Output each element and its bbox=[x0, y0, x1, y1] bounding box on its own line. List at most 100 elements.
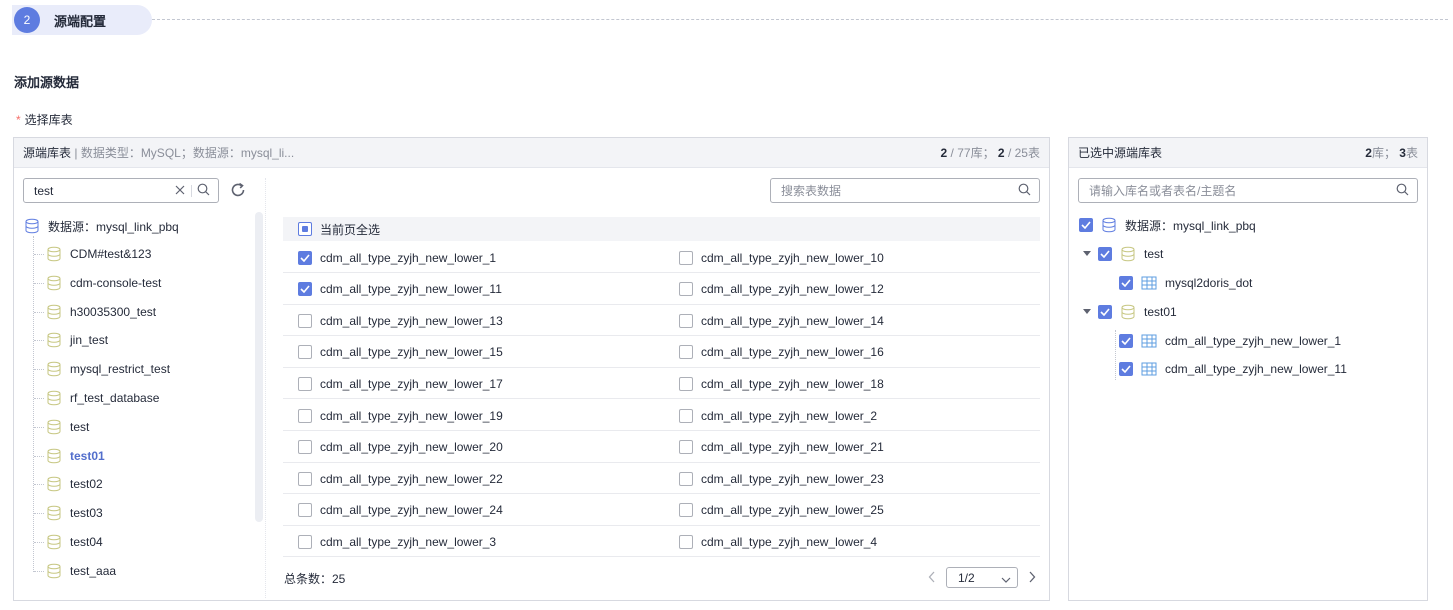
database-icon bbox=[46, 246, 62, 262]
database-tree-item[interactable]: test03 bbox=[46, 502, 103, 524]
selected-checkbox[interactable] bbox=[1119, 362, 1133, 376]
tree-root-datasource[interactable]: 数据源：mysql_link_pbq bbox=[24, 215, 179, 237]
table-option[interactable]: cdm_all_type_zyjh_new_lower_16 bbox=[679, 337, 884, 368]
selected-tree-table[interactable]: mysql2doris_dot bbox=[1119, 272, 1252, 294]
clear-icon[interactable] bbox=[174, 184, 186, 199]
table-checkbox[interactable] bbox=[679, 503, 693, 518]
table-icon bbox=[1141, 275, 1157, 291]
database-tree-item[interactable]: h30035300_test bbox=[46, 301, 156, 323]
table-option[interactable]: cdm_all_type_zyjh_new_lower_4 bbox=[679, 526, 877, 557]
table-option[interactable]: cdm_all_type_zyjh_new_lower_21 bbox=[679, 432, 884, 463]
selected-checkbox[interactable] bbox=[1098, 247, 1112, 261]
database-name: mysql_restrict_test bbox=[70, 362, 171, 377]
table-option[interactable]: cdm_all_type_zyjh_new_lower_20 bbox=[298, 432, 503, 463]
database-name: test bbox=[70, 419, 90, 434]
database-tree-item[interactable]: jin_test bbox=[46, 329, 108, 351]
table-option[interactable]: cdm_all_type_zyjh_new_lower_17 bbox=[298, 368, 503, 399]
table-option[interactable]: cdm_all_type_zyjh_new_lower_2 bbox=[679, 400, 877, 431]
table-option[interactable]: cdm_all_type_zyjh_new_lower_3 bbox=[298, 526, 496, 557]
table-option[interactable]: cdm_all_type_zyjh_new_lower_11 bbox=[298, 274, 502, 305]
selected-tree-database[interactable]: test01 bbox=[1082, 301, 1177, 323]
table-option[interactable]: cdm_all_type_zyjh_new_lower_13 bbox=[298, 305, 503, 336]
table-checkbox[interactable] bbox=[679, 534, 693, 549]
table-checkbox[interactable] bbox=[298, 313, 312, 328]
database-tree-item[interactable]: cdm-console-test bbox=[46, 272, 161, 294]
table-checkbox[interactable] bbox=[679, 440, 693, 455]
table-checkbox[interactable] bbox=[298, 503, 312, 518]
tree-branch-line bbox=[34, 369, 44, 371]
table-checkbox[interactable] bbox=[298, 282, 312, 297]
table-checkbox[interactable] bbox=[298, 250, 312, 265]
table-name: cdm_all_type_zyjh_new_lower_20 bbox=[320, 440, 503, 455]
table-checkbox[interactable] bbox=[679, 313, 693, 328]
table-search-input[interactable]: 搜索表数据 bbox=[770, 178, 1040, 203]
select-all-row[interactable]: 当前页全选 bbox=[283, 217, 1040, 241]
database-tree-item[interactable]: test02 bbox=[46, 473, 103, 495]
table-checkbox[interactable] bbox=[679, 376, 693, 391]
search-icon[interactable] bbox=[197, 183, 210, 199]
table-checkbox[interactable] bbox=[298, 534, 312, 549]
selected-tree-table[interactable]: cdm_all_type_zyjh_new_lower_11 bbox=[1119, 358, 1347, 380]
table-option[interactable]: cdm_all_type_zyjh_new_lower_18 bbox=[679, 368, 884, 399]
db-total-count: 77 bbox=[957, 146, 971, 160]
table-checkbox[interactable] bbox=[298, 471, 312, 486]
database-icon bbox=[46, 390, 62, 406]
table-option[interactable]: cdm_all_type_zyjh_new_lower_19 bbox=[298, 400, 503, 431]
refresh-icon[interactable] bbox=[229, 181, 247, 202]
table-option[interactable]: cdm_all_type_zyjh_new_lower_12 bbox=[679, 274, 884, 305]
table-option[interactable]: cdm_all_type_zyjh_new_lower_10 bbox=[679, 242, 884, 273]
table-checkbox[interactable] bbox=[679, 345, 693, 360]
prev-page-icon[interactable] bbox=[925, 569, 939, 585]
database-search-input[interactable]: test bbox=[23, 178, 219, 203]
database-tree-item[interactable]: test01 bbox=[46, 445, 105, 467]
table-checkbox[interactable] bbox=[298, 440, 312, 455]
next-page-icon[interactable] bbox=[1025, 569, 1039, 585]
selected-checkbox[interactable] bbox=[1119, 276, 1133, 290]
selected-checkbox[interactable] bbox=[1098, 304, 1112, 319]
selected-checkbox[interactable] bbox=[1079, 218, 1093, 232]
table-option[interactable]: cdm_all_type_zyjh_new_lower_24 bbox=[298, 495, 503, 526]
selected-tree-database[interactable]: test bbox=[1082, 243, 1163, 265]
selected-root-label: 数据源：mysql_link_pbq bbox=[1125, 218, 1256, 233]
table-option[interactable]: cdm_all_type_zyjh_new_lower_22 bbox=[298, 463, 503, 494]
database-tree-item[interactable]: mysql_restrict_test bbox=[46, 358, 170, 380]
required-star: * bbox=[16, 113, 21, 127]
table-checkbox[interactable] bbox=[298, 376, 312, 391]
table-checkbox[interactable] bbox=[298, 408, 312, 423]
database-tree-item[interactable]: test04 bbox=[46, 531, 103, 553]
database-icon bbox=[46, 563, 62, 579]
selected-checkbox[interactable] bbox=[1119, 333, 1133, 348]
search-icon[interactable] bbox=[1396, 183, 1409, 199]
database-tree-item[interactable]: rf_test_database bbox=[46, 387, 159, 409]
selected-panel-header: 已选中源端库表 2库； 3表 bbox=[1069, 138, 1427, 168]
table-option[interactable]: cdm_all_type_zyjh_new_lower_15 bbox=[298, 337, 503, 368]
table-checkbox[interactable] bbox=[679, 282, 693, 297]
database-tree-item[interactable]: test bbox=[46, 416, 89, 438]
database-tree-item[interactable]: CDM#test&123 bbox=[46, 243, 151, 265]
database-tree-item[interactable]: test_aaa bbox=[46, 560, 116, 582]
caret-down-icon[interactable] bbox=[1082, 249, 1092, 259]
selected-panel-counts: 2库； 3表 bbox=[1365, 144, 1418, 161]
selected-search-input[interactable]: 请输入库名或者表名/主题名 bbox=[1078, 178, 1418, 203]
table-row: cdm_all_type_zyjh_new_lower_11 cdm_all_ty… bbox=[283, 274, 1040, 305]
table-option[interactable]: cdm_all_type_zyjh_new_lower_1 bbox=[298, 242, 496, 273]
step-divider bbox=[152, 19, 1448, 20]
table-option[interactable]: cdm_all_type_zyjh_new_lower_23 bbox=[679, 463, 884, 494]
datasource-icon bbox=[24, 218, 40, 234]
search-icon[interactable] bbox=[1018, 183, 1031, 199]
database-name: h30035300_test bbox=[70, 304, 157, 319]
database-icon bbox=[46, 304, 62, 320]
selected-tree-table[interactable]: cdm_all_type_zyjh_new_lower_1 bbox=[1119, 330, 1341, 352]
caret-down-icon[interactable] bbox=[1082, 307, 1092, 317]
select-all-checkbox[interactable] bbox=[298, 222, 312, 236]
page-select[interactable]: 1/2 bbox=[946, 567, 1018, 588]
table-option[interactable]: cdm_all_type_zyjh_new_lower_14 bbox=[679, 305, 884, 336]
tree-scrollbar[interactable] bbox=[255, 212, 263, 522]
table-checkbox[interactable] bbox=[679, 471, 693, 486]
table-option[interactable]: cdm_all_type_zyjh_new_lower_25 bbox=[679, 495, 884, 526]
selected-tree-root[interactable]: 数据源：mysql_link_pbq bbox=[1079, 214, 1256, 236]
table-checkbox[interactable] bbox=[679, 408, 693, 423]
table-checkbox[interactable] bbox=[298, 345, 312, 360]
table-checkbox[interactable] bbox=[679, 250, 693, 265]
tree-guide-line bbox=[1115, 330, 1116, 380]
